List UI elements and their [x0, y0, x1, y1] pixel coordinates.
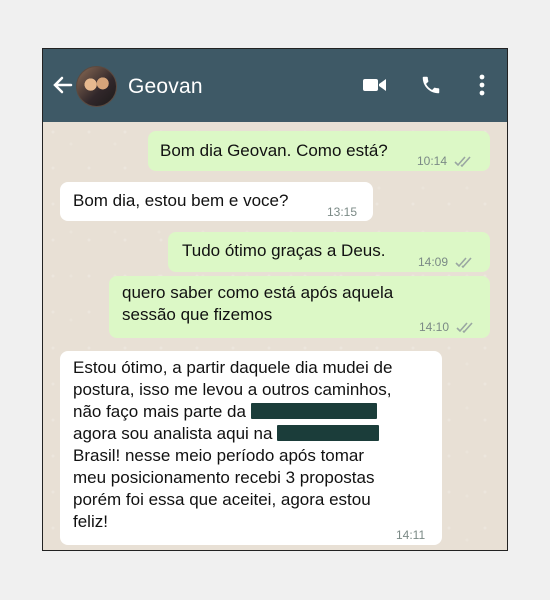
- message-time: 14:11: [396, 528, 426, 542]
- message-line: Estou ótimo, a partir daquele dia mudei …: [73, 358, 393, 377]
- message-time: 14:10: [419, 316, 474, 338]
- contact-name[interactable]: Geovan: [128, 75, 203, 99]
- more-options-button[interactable]: [468, 71, 496, 99]
- message-line: quero saber como está após aquela: [122, 283, 394, 302]
- chat-area[interactable]: Bom dia Geovan. Como está? 10:14 Bom dia…: [43, 122, 507, 550]
- message-bubble[interactable]: Bom dia Geovan. Como está? 10:14: [148, 131, 490, 171]
- double-check-icon: [455, 257, 472, 269]
- message-line: sessão que fizemos: [122, 305, 273, 324]
- message-time: 13:15: [327, 205, 358, 219]
- message-text: quero saber como está após aquela sessão…: [122, 282, 442, 326]
- message-text: Tudo ótimo graças a Deus.: [182, 241, 386, 260]
- message-text: Bom dia Geovan. Como está?: [160, 141, 388, 160]
- message-fragment: não faço mais parte da: [73, 402, 246, 421]
- message-time: 14:09: [418, 251, 473, 273]
- video-call-button[interactable]: [361, 71, 389, 99]
- redaction-bar: [250, 403, 377, 419]
- chat-window: Geovan Bom dia Geovan. Como está? 10:14: [42, 48, 508, 551]
- message-line: não faço mais parte da: [73, 401, 438, 423]
- message-line: postura, isso me levou a outros caminhos…: [73, 380, 392, 399]
- message-bubble[interactable]: Bom dia, estou bem e voce? 13:15: [60, 182, 373, 221]
- message-line: feliz!: [73, 512, 108, 531]
- message-line: agora sou analista aqui na: [73, 423, 438, 445]
- timestamp: 10:14: [417, 154, 448, 168]
- phone-icon: [422, 76, 440, 94]
- message-time: 10:14: [417, 150, 472, 172]
- message-line: porém foi essa que aceitei, agora estou: [73, 490, 371, 509]
- message-line: meu posicionamento recebi 3 propostas: [73, 468, 375, 487]
- redaction-bar: [277, 425, 380, 441]
- chat-header: Geovan: [43, 49, 507, 122]
- double-check-icon: [454, 156, 471, 168]
- message-line: Brasil! nesse meio período após tomar: [73, 446, 365, 465]
- timestamp: 14:10: [419, 320, 450, 334]
- message-fragment: agora sou analista aqui na: [73, 424, 273, 443]
- timestamp: 14:09: [418, 255, 449, 269]
- message-bubble[interactable]: Tudo ótimo graças a Deus. 14:09: [168, 232, 490, 272]
- message-text: Estou ótimo, a partir daquele dia mudei …: [73, 357, 438, 533]
- more-vertical-icon: [479, 74, 485, 96]
- avatar[interactable]: [76, 66, 117, 107]
- message-bubble[interactable]: quero saber como está após aquela sessão…: [109, 276, 490, 338]
- message-text: Bom dia, estou bem e voce?: [73, 191, 289, 210]
- double-check-icon: [456, 322, 473, 334]
- message-bubble[interactable]: Estou ótimo, a partir daquele dia mudei …: [60, 351, 442, 545]
- arrow-left-icon[interactable]: [51, 73, 75, 97]
- voice-call-button[interactable]: [417, 71, 445, 99]
- video-camera-icon: [363, 79, 386, 91]
